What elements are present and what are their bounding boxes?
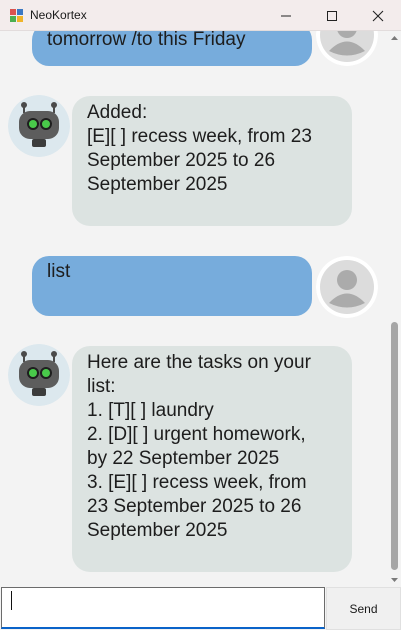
chat-scrollbar[interactable] (388, 31, 401, 587)
minimize-button[interactable] (263, 0, 309, 31)
message-line: list (47, 261, 71, 282)
user-avatar-icon (316, 256, 378, 318)
message-line: 1. [T][ ] laundry (87, 400, 214, 421)
close-button[interactable] (355, 0, 401, 31)
bot-avatar (8, 95, 70, 157)
message-line: 23 September 2025 to 26 (87, 496, 302, 517)
scroll-up-arrow-icon[interactable] (391, 35, 398, 41)
title-bar: NeoKortex (0, 0, 401, 31)
message-line: 3. [E][ ] recess week, from (87, 472, 307, 493)
bot-avatar (8, 344, 70, 406)
user-avatar-icon (316, 31, 378, 66)
scroll-down-arrow-icon[interactable] (391, 577, 398, 583)
window-title: NeoKortex (30, 8, 87, 22)
text-caret (11, 591, 12, 610)
maximize-icon (327, 10, 337, 21)
message-line: tomorrow /to this Friday (47, 31, 246, 50)
bot-message: Added: [E][ ] recess week, from 23 Septe… (72, 96, 352, 226)
message-line: September 2025 (87, 174, 228, 195)
scrollbar-thumb[interactable] (391, 322, 398, 570)
message-line: by 22 September 2025 (87, 448, 280, 469)
message-line: September 2025 (87, 520, 228, 541)
maximize-button[interactable] (309, 0, 355, 31)
user-avatar (316, 31, 378, 66)
message-line: Added: (87, 102, 148, 123)
input-bar: Send (0, 587, 401, 630)
robot-icon (8, 95, 70, 157)
message-input[interactable] (1, 587, 325, 629)
minimize-icon (281, 15, 291, 16)
robot-icon (8, 344, 70, 406)
user-message: tomorrow /to this Friday (32, 31, 312, 66)
message-line: Here are the tasks on your (87, 352, 311, 373)
message-line: [E][ ] recess week, from 23 (87, 126, 312, 147)
user-message: list (32, 256, 312, 316)
user-avatar (316, 256, 378, 318)
message-line: 2. [D][ ] urgent homework, (87, 424, 306, 445)
message-line: September 2025 to 26 (87, 150, 276, 171)
bot-message: Here are the tasks on your list: 1. [T][… (72, 346, 352, 572)
message-line: list: (87, 376, 116, 397)
chat-panel[interactable]: tomorrow /to this Friday Added: [E][ ] r… (0, 31, 388, 587)
send-button[interactable]: Send (326, 587, 401, 630)
close-icon (372, 10, 384, 21)
app-cube-icon (10, 9, 23, 22)
